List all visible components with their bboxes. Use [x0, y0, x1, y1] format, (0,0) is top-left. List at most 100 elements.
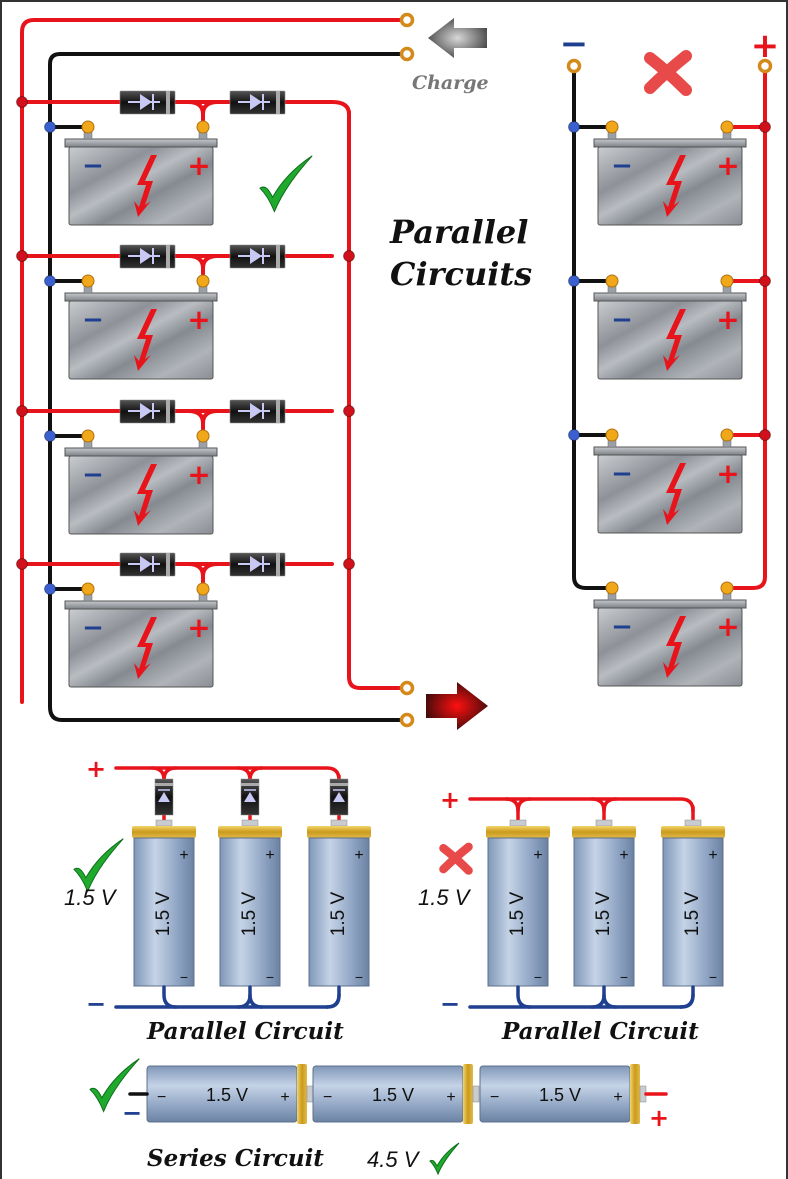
diode-row-2-b — [229, 244, 286, 269]
battery-minus-sign: − — [611, 459, 633, 489]
cross-icon-right-diagram — [644, 50, 692, 96]
terminal-negative — [81, 582, 95, 596]
terminal-negative — [81, 274, 95, 288]
series-cell-3: − 1.5 V + — [479, 1064, 647, 1124]
diode-band — [166, 400, 170, 423]
battery-lid — [64, 600, 218, 610]
cell-negative-lead — [602, 985, 618, 1009]
diode-vertical — [240, 778, 260, 816]
battery-plus-sign: + — [187, 458, 210, 491]
bus-corner — [330, 100, 351, 116]
bus-branch-neg — [679, 993, 695, 1009]
cell-minus: − — [355, 969, 363, 985]
output-negative-wire — [48, 700, 404, 722]
diode-band — [166, 245, 170, 268]
cell-negative-lead — [162, 985, 178, 1009]
diode-vertical — [329, 778, 349, 816]
cell-minus: − — [709, 969, 717, 985]
diode-row-1-a — [119, 90, 176, 115]
battery-minus-sign: − — [611, 151, 633, 181]
car-battery-left-1: − + — [64, 138, 218, 226]
diode-band — [241, 783, 259, 786]
cell-plus: + — [265, 847, 274, 864]
series-cell-1: − 1.5 V + — [146, 1064, 314, 1124]
cell-plus: + — [708, 847, 717, 864]
junction-positive — [16, 405, 28, 417]
right-junction-positive — [759, 121, 771, 133]
cell-voltage-label: 1.5 V — [682, 891, 703, 936]
cell-plus: + — [613, 1089, 622, 1106]
right-terminal-positive — [720, 120, 734, 134]
cell-voltage-label: 1.5 V — [153, 891, 174, 936]
junction-negative — [44, 430, 56, 442]
cell-cap — [661, 826, 725, 838]
cell-voltage-label: 1.5 V — [372, 1085, 414, 1105]
cell-plus: + — [280, 1089, 289, 1106]
cell-cap — [297, 1064, 307, 1124]
cell-minus: − — [266, 969, 274, 985]
car-battery-right-1: − + — [593, 138, 747, 226]
cell-cap — [132, 826, 196, 838]
battery-plus-sign: + — [716, 149, 739, 182]
battery-lid — [593, 446, 747, 456]
cross-icon-parallel-bad — [439, 842, 473, 875]
caption-parallel-bad: Parallel Circuit — [502, 1018, 699, 1045]
parallel-bad-plus-label: + — [440, 786, 460, 814]
cell-minus: − — [157, 1089, 166, 1106]
right-terminal-negative — [605, 274, 619, 288]
junction-positive — [16, 96, 28, 108]
battery-lid — [64, 138, 218, 148]
battery-minus-sign: − — [82, 151, 104, 181]
right-plus-label: + — [751, 26, 780, 66]
series-minus-label: − — [122, 1099, 142, 1127]
right-junction-positive — [759, 275, 771, 287]
battery-lid — [593, 599, 747, 609]
cell-minus: − — [620, 969, 628, 985]
diode-vertical — [154, 778, 174, 816]
right-terminal-positive — [720, 581, 734, 595]
right-junction-negative — [568, 275, 580, 287]
charge-label: Charge — [412, 72, 489, 94]
series-plus-label: + — [649, 1104, 669, 1132]
diode-band — [276, 400, 280, 423]
cell-cap — [630, 1064, 640, 1124]
junction-positive-right — [343, 405, 355, 417]
car-battery-left-4: − + — [64, 600, 218, 688]
parallel-ok-positive-bus — [114, 766, 341, 782]
parallel-ok-plus-label: + — [86, 755, 106, 783]
car-battery-right-4: − + — [593, 599, 747, 687]
terminal-positive — [196, 429, 210, 443]
output-positive-terminal — [399, 680, 415, 696]
cell-cap — [218, 826, 282, 838]
diode-row-3-b — [229, 399, 286, 424]
title-parallel: Parallel — [390, 213, 529, 251]
battery-lid — [593, 138, 747, 148]
output-arrow-right-icon — [426, 682, 488, 730]
bus-branch-neg — [590, 993, 606, 1009]
battery-plus-sign: + — [716, 457, 739, 490]
battery-minus-sign: − — [611, 612, 633, 642]
title-circuits: Circuits — [390, 255, 533, 293]
bus-branch-neg — [325, 993, 341, 1009]
output-negative-terminal — [399, 712, 415, 728]
cell-negative-lead — [248, 985, 264, 1009]
cell-voltage-label: 1.5 V — [593, 891, 614, 936]
diode-row-4-a — [119, 552, 176, 577]
diagram-canvas: − + − + − + − + − + − + − + − + − + + − + −1.5 V + −1.5 V + −1.5 … — [0, 0, 788, 1179]
right-junction-negative — [568, 121, 580, 133]
cell-voltage-label: 1.5 V — [206, 1085, 248, 1105]
battery-lid — [64, 292, 218, 302]
cell-cap — [463, 1064, 473, 1124]
junction-negative — [44, 583, 56, 595]
diode-band — [166, 553, 170, 576]
cell-nub — [330, 819, 348, 827]
voltage-label-parallel-bad: 1.5 V — [418, 885, 470, 910]
cell-plus: + — [354, 847, 363, 864]
battery-plus-sign: + — [187, 303, 210, 336]
battery-plus-sign: + — [187, 149, 210, 182]
parallel-ok-minus-label: − — [86, 990, 106, 1018]
diode-band — [276, 553, 280, 576]
diode-row-2-a — [119, 244, 176, 269]
right-terminal-negative — [605, 428, 619, 442]
diode-band — [330, 783, 348, 786]
